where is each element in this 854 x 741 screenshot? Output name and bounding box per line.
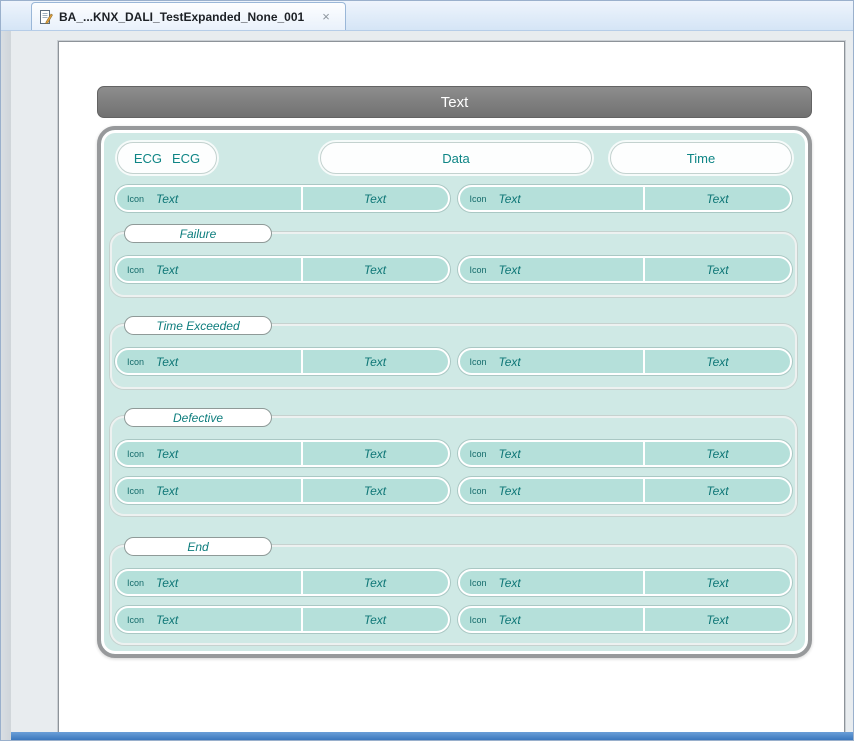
item-value: Text	[645, 484, 790, 498]
data-button[interactable]: Data	[320, 142, 592, 174]
tab-bar: BA_...KNX_DALI_TestExpanded_None_001 ×	[1, 1, 853, 31]
item-text: Text	[156, 263, 178, 277]
item-text: Text	[156, 576, 178, 590]
ecg-item[interactable]: Icon Text Text	[115, 348, 450, 375]
ecg-item[interactable]: Icon Text Text	[115, 256, 450, 283]
item-icon-label: Icon	[470, 265, 487, 275]
item-icon-label: Icon	[127, 265, 144, 275]
section-end[interactable]: End Icon Text Text Icon Text	[110, 545, 797, 645]
tab-title: BA_...KNX_DALI_TestExpanded_None_001	[59, 10, 304, 24]
section-title: Time Exceeded	[156, 319, 239, 333]
section-title-pill[interactable]: Time Exceeded	[124, 316, 272, 335]
item-icon-label: Icon	[127, 357, 144, 367]
item-text: Text	[156, 613, 178, 627]
item-value: Text	[303, 484, 448, 498]
item-icon-label: Icon	[127, 194, 144, 204]
item-text: Text	[499, 576, 521, 590]
item-value: Text	[645, 447, 790, 461]
item-text: Text	[499, 263, 521, 277]
item-text: Text	[499, 613, 521, 627]
ecg-item[interactable]: Icon Text Text	[458, 606, 793, 633]
app-window: BA_...KNX_DALI_TestExpanded_None_001 × T…	[0, 0, 854, 741]
data-label: Data	[442, 151, 469, 166]
section-title: Defective	[173, 411, 223, 425]
item-row: Icon Text Text Icon Text Text	[115, 569, 792, 596]
ecg-item[interactable]: Icon Text Text	[458, 185, 793, 212]
section-title: End	[187, 540, 208, 554]
item-icon-label: Icon	[470, 449, 487, 459]
item-value: Text	[645, 355, 790, 369]
time-button[interactable]: Time	[610, 142, 792, 174]
ecg-item[interactable]: Icon Text Text	[458, 477, 793, 504]
ecg-item[interactable]: Icon Text Text	[115, 185, 450, 212]
ecg-group-panel[interactable]: ECG ECG Data Time Icon Text	[97, 126, 812, 658]
ecg-item[interactable]: Icon Text Text	[458, 348, 793, 375]
horizontal-scrollbar[interactable]	[11, 732, 853, 740]
item-text: Text	[499, 484, 521, 498]
item-row: Icon Text Text Icon Text Text	[115, 606, 792, 633]
item-value: Text	[303, 355, 448, 369]
item-text: Text	[156, 192, 178, 206]
header-bar[interactable]: Text	[97, 86, 812, 118]
section-failure[interactable]: Failure Icon Text Text Icon Text	[110, 232, 797, 297]
tab-close-icon[interactable]: ×	[320, 10, 332, 23]
time-label: Time	[687, 151, 715, 166]
left-splitter[interactable]	[1, 31, 11, 740]
item-text: Text	[156, 484, 178, 498]
item-value: Text	[645, 263, 790, 277]
ecg-label-1: ECG	[134, 151, 162, 166]
item-text: Text	[156, 447, 178, 461]
group-toolbar: ECG ECG Data Time	[115, 142, 792, 174]
item-text: Text	[499, 192, 521, 206]
item-icon-label: Icon	[127, 486, 144, 496]
item-value: Text	[645, 192, 790, 206]
item-row: Icon Text Text Icon Text Text	[115, 256, 792, 283]
item-icon-label: Icon	[470, 578, 487, 588]
item-icon-label: Icon	[127, 578, 144, 588]
item-row: Icon Text Text Icon Text Text	[115, 348, 792, 375]
item-row: Icon Text Text Icon Text Text	[115, 185, 792, 212]
item-row: Icon Text Text Icon Text Text	[115, 477, 792, 504]
document-tab[interactable]: BA_...KNX_DALI_TestExpanded_None_001 ×	[31, 2, 346, 30]
ecg-item[interactable]: Icon Text Text	[115, 606, 450, 633]
section-title-pill[interactable]: End	[124, 537, 272, 556]
section-title: Failure	[180, 227, 217, 241]
item-icon-label: Icon	[470, 486, 487, 496]
item-text: Text	[156, 355, 178, 369]
design-workspace: Text ECG ECG Data Time	[1, 31, 853, 740]
item-value: Text	[645, 613, 790, 627]
item-row: Icon Text Text Icon Text Text	[115, 440, 792, 467]
document-edit-icon	[39, 9, 53, 25]
ecg-item[interactable]: Icon Text Text	[115, 569, 450, 596]
section-title-pill[interactable]: Failure	[124, 224, 272, 243]
item-value: Text	[645, 576, 790, 590]
ecg-label-2: ECG	[172, 151, 200, 166]
ecg-item[interactable]: Icon Text Text	[458, 256, 793, 283]
item-icon-label: Icon	[470, 194, 487, 204]
item-value: Text	[303, 576, 448, 590]
item-value: Text	[303, 447, 448, 461]
ecg-item[interactable]: Icon Text Text	[458, 569, 793, 596]
ecg-item[interactable]: Icon Text Text	[115, 477, 450, 504]
design-canvas[interactable]: Text ECG ECG Data Time	[58, 41, 845, 733]
section-time-exceeded[interactable]: Time Exceeded Icon Text Text Icon Text	[110, 324, 797, 389]
header-label: Text	[441, 94, 469, 111]
item-value: Text	[303, 263, 448, 277]
section-title-pill[interactable]: Defective	[124, 408, 272, 427]
ecg-button[interactable]: ECG ECG	[117, 142, 217, 174]
section-defective[interactable]: Defective Icon Text Text Icon Text	[110, 416, 797, 516]
item-icon-label: Icon	[470, 615, 487, 625]
item-value: Text	[303, 192, 448, 206]
item-value: Text	[303, 613, 448, 627]
item-icon-label: Icon	[127, 615, 144, 625]
item-icon-label: Icon	[127, 449, 144, 459]
ecg-item[interactable]: Icon Text Text	[115, 440, 450, 467]
ecg-item[interactable]: Icon Text Text	[458, 440, 793, 467]
item-icon-label: Icon	[470, 357, 487, 367]
item-text: Text	[499, 355, 521, 369]
item-text: Text	[499, 447, 521, 461]
